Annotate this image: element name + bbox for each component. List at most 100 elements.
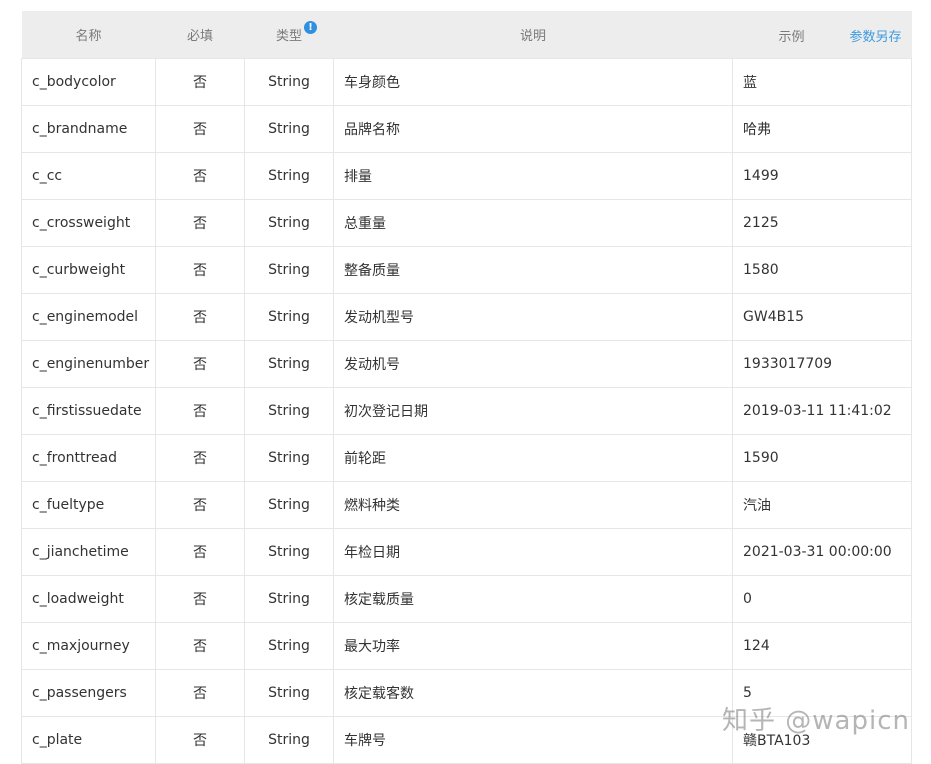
cell-name: c_enginenumber [21,340,156,388]
cell-type: String [244,716,334,764]
cell-description: 车牌号 [333,716,733,764]
cell-description: 发动机号 [333,340,733,388]
params-table-container: 名称 必填 类型 ! 说明 示例 参数另存 c_bodycolor 否 String… [21,11,912,764]
cell-example: 0 [732,575,912,623]
cell-description: 总重量 [333,199,733,247]
cell-name: c_fueltype [21,481,156,529]
cell-name: c_loadweight [21,575,156,623]
cell-type: String [244,105,334,153]
cell-required: 否 [155,340,245,388]
cell-example: 2021-03-31 00:00:00 [732,528,912,576]
table-row: c_fronttread 否 String 前轮距 1590 [21,434,912,482]
cell-name: c_plate [21,716,156,764]
cell-required: 否 [155,246,245,294]
cell-example: 汽油 [732,481,912,529]
table-row: c_cc 否 String 排量 1499 [21,152,912,200]
cell-required: 否 [155,58,245,106]
cell-required: 否 [155,481,245,529]
cell-name: c_fronttread [21,434,156,482]
cell-name: c_passengers [21,669,156,717]
cell-description: 发动机型号 [333,293,733,341]
cell-type: String [244,293,334,341]
table-row: c_brandname 否 String 品牌名称 哈弗 [21,105,912,153]
header-type: 类型 ! [244,11,334,59]
watermark: 知乎 @wapicn [722,706,910,736]
cell-description: 燃料种类 [333,481,733,529]
cell-name: c_jianchetime [21,528,156,576]
cell-required: 否 [155,105,245,153]
header-row: 名称 必填 类型 ! 说明 示例 参数另存 [21,11,912,59]
table-row: c_fueltype 否 String 燃料种类 汽油 [21,481,912,529]
table-row: c_enginenumber 否 String 发动机号 1933017709 [21,340,912,388]
cell-type: String [244,246,334,294]
cell-required: 否 [155,716,245,764]
cell-description: 核定载质量 [333,575,733,623]
table-row: c_jianchetime 否 String 年检日期 2021-03-31 00:00… [21,528,912,576]
cell-name: c_curbweight [21,246,156,294]
cell-name: c_firstissuedate [21,387,156,435]
cell-example: GW4B15 [732,293,912,341]
cell-name: c_brandname [21,105,156,153]
cell-description: 初次登记日期 [333,387,733,435]
cell-example: 1933017709 [732,340,912,388]
cell-example: 1499 [732,152,912,200]
cell-name: c_crossweight [21,199,156,247]
cell-name: c_bodycolor [21,58,156,106]
info-icon[interactable]: ! [304,21,317,34]
cell-example: 2125 [732,199,912,247]
cell-required: 否 [155,152,245,200]
table-row: c_crossweight 否 String 总重量 2125 [21,199,912,247]
table-body: c_bodycolor 否 String 车身颜色蓝 c_brandname 否 Strin… [21,58,912,764]
cell-example: 124 [732,622,912,670]
cell-example: 1580 [732,246,912,294]
cell-description: 最大功率 [333,622,733,670]
cell-type: String [244,669,334,717]
table-header: 名称 必填 类型 ! 说明 示例 参数另存 [21,11,912,59]
cell-example: 蓝 [732,58,912,106]
save-params-link[interactable]: 参数另存 [849,26,901,45]
cell-type: String [244,199,334,247]
header-description: 说明 [333,11,733,59]
header-example-label: 示例 [778,30,805,45]
cell-type: String [244,340,334,388]
header-example: 示例 参数另存 [732,11,912,59]
cell-required: 否 [155,434,245,482]
cell-type: String [244,152,334,200]
cell-required: 否 [155,575,245,623]
cell-type: String [244,481,334,529]
cell-description: 核定载客数 [333,669,733,717]
cell-required: 否 [155,669,245,717]
header-required: 必填 [155,11,245,59]
cell-required: 否 [155,622,245,670]
cell-type: String [244,575,334,623]
cell-type: String [244,434,334,482]
cell-required: 否 [155,387,245,435]
table-row: c_firstissuedate 否 String 初次登记日期 2019-03-11 … [21,387,912,435]
cell-description: 前轮距 [333,434,733,482]
cell-type: String [244,58,334,106]
table-row: c_maxjourney 否 String 最大功率 124 [21,622,912,670]
cell-required: 否 [155,293,245,341]
cell-name: c_cc [21,152,156,200]
cell-example: 哈弗 [732,105,912,153]
cell-description: 品牌名称 [333,105,733,153]
cell-description: 年检日期 [333,528,733,576]
cell-type: String [244,528,334,576]
table-row: c_loadweight 否 String 核定载质量 0 [21,575,912,623]
cell-example: 1590 [732,434,912,482]
table-row: c_enginemodel 否 String 发动机型号 GW4B15 [21,293,912,341]
cell-example: 2019-03-11 11:41:02 [732,387,912,435]
params-table: 名称 必填 类型 ! 说明 示例 参数另存 c_bodycolor 否 String… [21,11,912,764]
cell-name: c_enginemodel [21,293,156,341]
cell-type: String [244,622,334,670]
table-row: c_curbweight 否 String 整备质量 1580 [21,246,912,294]
header-name: 名称 [21,11,156,59]
header-type-label: 类型 [275,29,302,44]
table-row: c_bodycolor 否 String 车身颜色蓝 [21,58,912,106]
cell-description: 整备质量 [333,246,733,294]
cell-description: 排量 [333,152,733,200]
cell-name: c_maxjourney [21,622,156,670]
cell-required: 否 [155,528,245,576]
cell-description: 车身颜色 [333,58,733,106]
cell-required: 否 [155,199,245,247]
